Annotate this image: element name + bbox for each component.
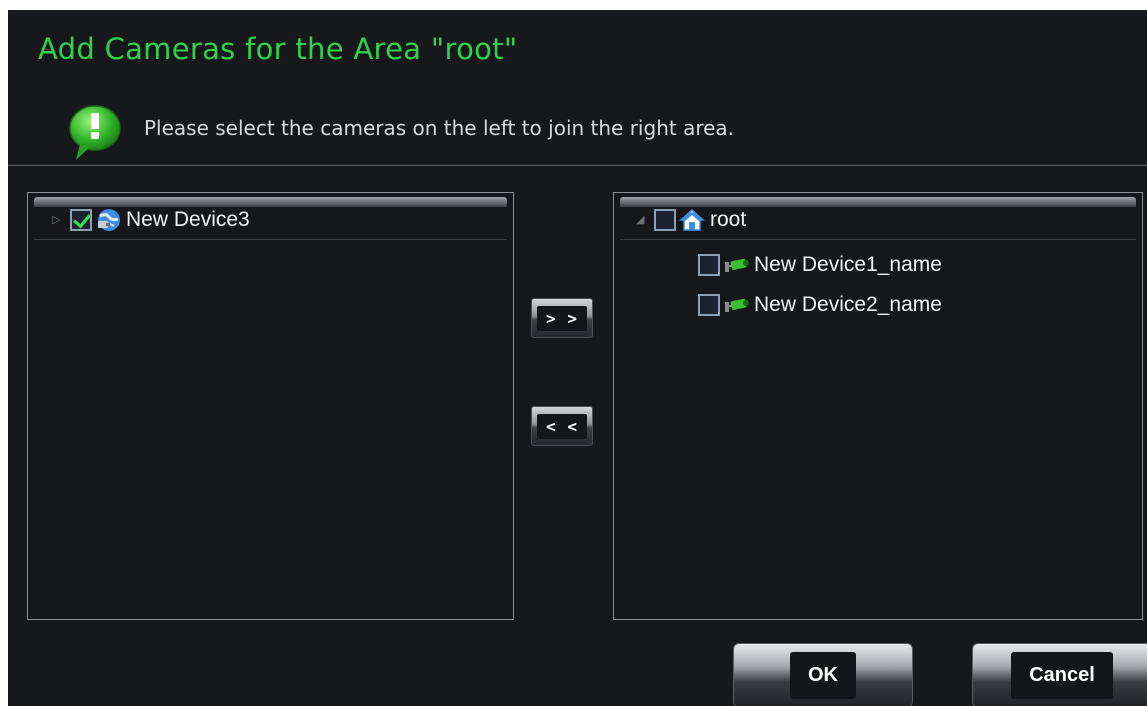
home-icon [679,208,705,231]
device-checkbox[interactable] [70,209,92,231]
tree-node-camera[interactable]: New Device1_name [698,250,942,280]
tree-node-root[interactable]: ◢ root [636,205,746,235]
expand-arrow-icon[interactable]: ▷ [52,213,62,227]
device-globe-icon [98,209,120,231]
camera-icon [725,258,749,272]
collapse-arrow-icon[interactable]: ◢ [636,213,646,227]
area-cameras-panel[interactable]: ◢ root New Device1_name New Device2_name [613,192,1143,620]
tree-node-camera[interactable]: New Device2_name [698,290,942,320]
ok-button[interactable]: OK [733,643,913,706]
hint-text: Please select the cameras on the left to… [144,116,735,140]
tree-node-label: root [710,208,747,231]
root-checkbox[interactable] [654,209,676,231]
camera-checkbox[interactable] [698,294,720,316]
camera-checkbox[interactable] [698,254,720,276]
info-bubble-icon [69,105,121,160]
header-separator [8,164,1147,166]
dialog-title: Add Cameras for the Area "root" [38,32,518,66]
tree-node-new-device3[interactable]: ▷ New Device3 [52,205,250,235]
available-devices-panel[interactable]: ▷ New Device3 [27,192,514,620]
tree-node-label: New Device3 [126,208,250,231]
add-to-area-button[interactable]: > > [531,298,593,338]
tree-node-label: New Device2_name [754,293,942,316]
camera-icon [725,298,749,312]
tree-node-label: New Device1_name [754,253,942,276]
cancel-button[interactable]: Cancel [972,643,1147,706]
remove-from-area-button[interactable]: < < [531,406,593,446]
add-cameras-dialog: Add Cameras for the Area "root" Please s… [8,10,1147,706]
